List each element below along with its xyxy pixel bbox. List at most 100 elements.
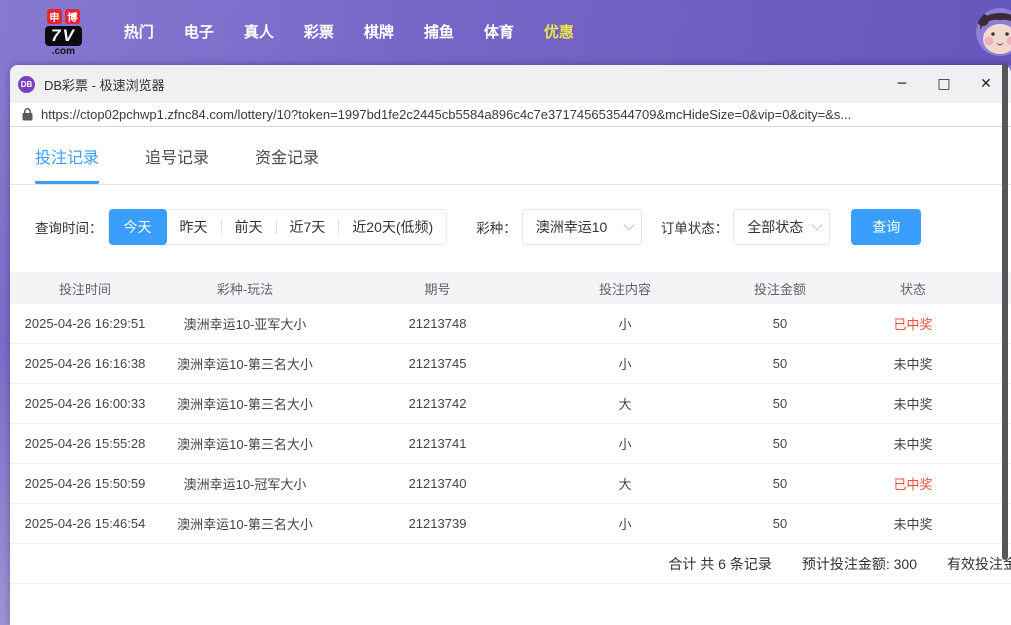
time-option-20days[interactable]: 近20天(低频): [339, 210, 446, 244]
cell-amount: 50: [772, 476, 788, 491]
time-option-daybefore[interactable]: 前天: [222, 210, 276, 244]
status-filter-label: 订单状态：: [660, 221, 729, 236]
cell-issue: 21213740: [408, 476, 467, 491]
cell-play: 澳洲幸运10-冠军大小: [183, 477, 307, 492]
time-filter-label: 查询时间：: [35, 221, 103, 236]
lottery-select[interactable]: 澳洲幸运10: [521, 209, 642, 245]
time-range-group: 今天 昨天 前天 近7天 近20天(低频): [107, 209, 448, 245]
window-titlebar: DB DB彩票 - 极速浏览器 ─ □ ✕: [10, 65, 1011, 103]
browser-window: DB DB彩票 - 极速浏览器 ─ □ ✕ https://ctop02pchw…: [10, 65, 1011, 625]
summary-total: 合计 共 6 条记录: [668, 555, 772, 572]
table-row: 2025-04-26 15:55:28 澳洲幸运10-第三名大小 2121374…: [10, 424, 1011, 464]
cell-content: 小: [618, 357, 632, 372]
cell-time: 2025-04-26 15:50:59: [24, 476, 146, 491]
site-favicon: DB: [18, 75, 35, 93]
cell-time: 2025-04-26 16:29:51: [24, 316, 146, 331]
cell-time: 2025-04-26 15:55:28: [24, 436, 146, 451]
cell-time: 2025-04-26 16:00:33: [24, 396, 146, 411]
table-row: 2025-04-26 15:46:54 澳洲幸运10-第三名大小 2121373…: [10, 504, 1011, 544]
cell-time: 2025-04-26 16:16:38: [24, 356, 146, 371]
order-status-select[interactable]: 全部状态: [733, 209, 831, 245]
nav-item-sports[interactable]: 体育: [469, 0, 529, 65]
time-option-yesterday[interactable]: 昨天: [167, 210, 221, 244]
tab-fund-records[interactable]: 资金记录: [255, 144, 319, 184]
tab-chase-records[interactable]: 追号记录: [145, 144, 209, 184]
table-row: 2025-04-26 16:00:33 澳洲幸运10-第三名大小 2121374…: [10, 384, 1011, 424]
status-select-value: 全部状态: [747, 219, 804, 235]
lottery-filter-label: 彩种：: [476, 221, 517, 236]
nav-item-fishing[interactable]: 捕鱼: [409, 0, 469, 65]
maximize-icon[interactable]: □: [935, 75, 953, 93]
col-bet-amount: 投注金额: [753, 281, 806, 297]
cell-play: 澳洲幸运10-第三名大小: [177, 357, 313, 372]
close-icon[interactable]: ✕: [977, 75, 995, 93]
cell-issue: 21213741: [408, 436, 467, 451]
col-status: 状态: [899, 281, 926, 297]
window-controls: ─ □ ✕: [893, 75, 995, 93]
col-play-type: 彩种-玩法: [216, 281, 274, 297]
logo-main-text: 7V: [45, 25, 82, 46]
avatar-illustration: [976, 8, 1011, 56]
cell-time: 2025-04-26 15:46:54: [24, 516, 146, 531]
col-issue: 期号: [424, 281, 451, 297]
cell-issue: 21213739: [408, 516, 467, 531]
cell-status: 已中奖: [893, 317, 933, 332]
col-bet-time: 投注时间: [58, 281, 111, 297]
top-navbar: 申 博 7V .com 热门 电子 真人 彩票 棋牌 捕鱼 体育 优惠: [0, 0, 1011, 65]
nav-item-promo[interactable]: 优惠: [529, 0, 589, 65]
col-bet-content: 投注内容: [598, 281, 651, 297]
logo-suffix: .com: [51, 45, 76, 57]
nav-item-live[interactable]: 真人: [229, 0, 289, 65]
nav-item-cards[interactable]: 棋牌: [349, 0, 409, 65]
cell-content: 大: [618, 397, 632, 412]
cell-content: 小: [618, 317, 632, 332]
nav-item-lottery[interactable]: 彩票: [289, 0, 349, 65]
cell-content: 大: [618, 477, 632, 492]
cell-amount: 50: [772, 316, 788, 331]
cell-content: 小: [618, 517, 632, 532]
table-header: 投注时间 彩种-玩法 期号 投注内容 投注金额 状态: [10, 272, 1011, 304]
chevron-down-icon: [623, 219, 635, 231]
minimize-icon[interactable]: ─: [893, 75, 911, 93]
cell-status: 未中奖: [893, 397, 933, 412]
chevron-down-icon: [811, 219, 823, 231]
logo-badges: 申 博: [46, 8, 80, 24]
bet-records-table: 投注时间 彩种-玩法 期号 投注内容 投注金额 状态 2025-04-26 16…: [10, 272, 1011, 584]
nav-item-slots[interactable]: 电子: [169, 0, 229, 65]
cell-play: 澳洲幸运10-第三名大小: [177, 437, 313, 452]
cell-content: 小: [618, 437, 632, 452]
vertical-scrollbar[interactable]: [1002, 63, 1008, 560]
cell-amount: 50: [772, 516, 788, 531]
cell-issue: 21213745: [408, 356, 467, 371]
cell-play: 澳洲幸运10-亚军大小: [183, 317, 307, 332]
tab-bet-records[interactable]: 投注记录: [35, 144, 100, 184]
time-option-7days[interactable]: 近7天: [277, 210, 339, 244]
url-text: https://ctop02pchwp1.zfnc84.com/lottery/…: [41, 107, 852, 122]
filter-bar: 查询时间： 今天 昨天 前天 近7天 近20天(低频) 彩种： 澳洲幸运10 订…: [35, 209, 1011, 245]
cell-amount: 50: [772, 436, 788, 451]
lottery-select-value: 澳洲幸运10: [535, 219, 608, 235]
main-nav: 热门 电子 真人 彩票 棋牌 捕鱼 体育 优惠: [109, 0, 589, 65]
screen: 申 博 7V .com 热门 电子 真人 彩票 棋牌 捕鱼 体育 优惠 DB D…: [0, 0, 1011, 625]
table-row: 2025-04-26 16:16:38 澳洲幸运10-第三名大小 2121374…: [10, 344, 1011, 384]
cell-status: 未中奖: [893, 437, 933, 452]
lock-icon: [22, 108, 33, 121]
record-tabs: 投注记录 追号记录 资金记录: [10, 127, 1011, 185]
summary-expected: 预计投注金额: 300: [801, 555, 917, 572]
address-bar[interactable]: https://ctop02pchwp1.zfnc84.com/lottery/…: [10, 103, 1011, 127]
query-button[interactable]: 查询: [851, 209, 922, 245]
logo-badge-2: 博: [64, 8, 80, 24]
time-option-today[interactable]: 今天: [108, 209, 167, 245]
cell-issue: 21213742: [408, 396, 467, 411]
table-summary: 合计 共 6 条记录 预计投注金额: 300 有效投注金: [10, 544, 1011, 584]
cell-play: 澳洲幸运10-第三名大小: [177, 397, 313, 412]
cell-amount: 50: [772, 396, 788, 411]
cell-status: 已中奖: [893, 477, 933, 492]
user-avatar[interactable]: [976, 8, 1011, 56]
table-row: 2025-04-26 15:50:59 澳洲幸运10-冠军大小 21213740…: [10, 464, 1011, 504]
site-logo[interactable]: 申 博 7V .com: [45, 8, 82, 57]
cell-status: 未中奖: [893, 517, 933, 532]
nav-item-hot[interactable]: 热门: [109, 0, 169, 65]
logo-badge-1: 申: [46, 8, 62, 24]
cell-issue: 21213748: [408, 316, 467, 331]
